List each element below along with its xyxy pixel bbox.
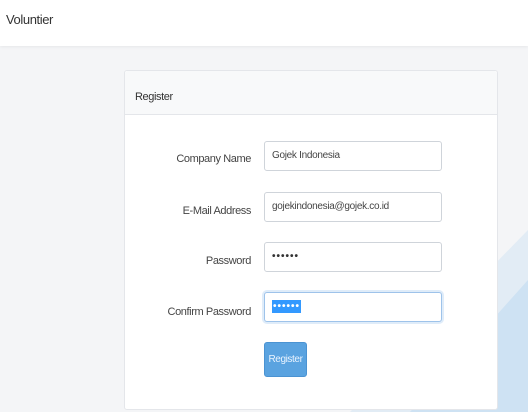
card-header: Register — [125, 71, 497, 115]
top-navbar: Voluntier — [0, 0, 528, 46]
email-label: E-Mail Address — [182, 205, 252, 217]
password-label: Password — [205, 255, 252, 267]
card-title: Register — [135, 91, 173, 103]
brand-title[interactable]: Voluntier — [6, 12, 53, 27]
company-name-value: Gojek Indonesia — [272, 150, 340, 161]
email-value: gojekindonesia@gojek.co.id — [272, 201, 389, 212]
password-input[interactable]: •••••• — [264, 242, 442, 272]
confirm-password-input[interactable]: •••••• — [264, 292, 442, 322]
password-value: •••••• — [272, 251, 300, 262]
register-button[interactable]: Register — [264, 342, 307, 377]
register-card: Register Company Name Gojek Indonesia E-… — [124, 70, 498, 410]
confirm-password-label: Confirm Password — [167, 306, 252, 318]
confirm-password-value: •••••• — [272, 300, 302, 313]
company-name-label: Company Name — [176, 153, 251, 165]
company-name-input[interactable]: Gojek Indonesia — [264, 141, 442, 171]
email-input[interactable]: gojekindonesia@gojek.co.id — [264, 192, 442, 222]
